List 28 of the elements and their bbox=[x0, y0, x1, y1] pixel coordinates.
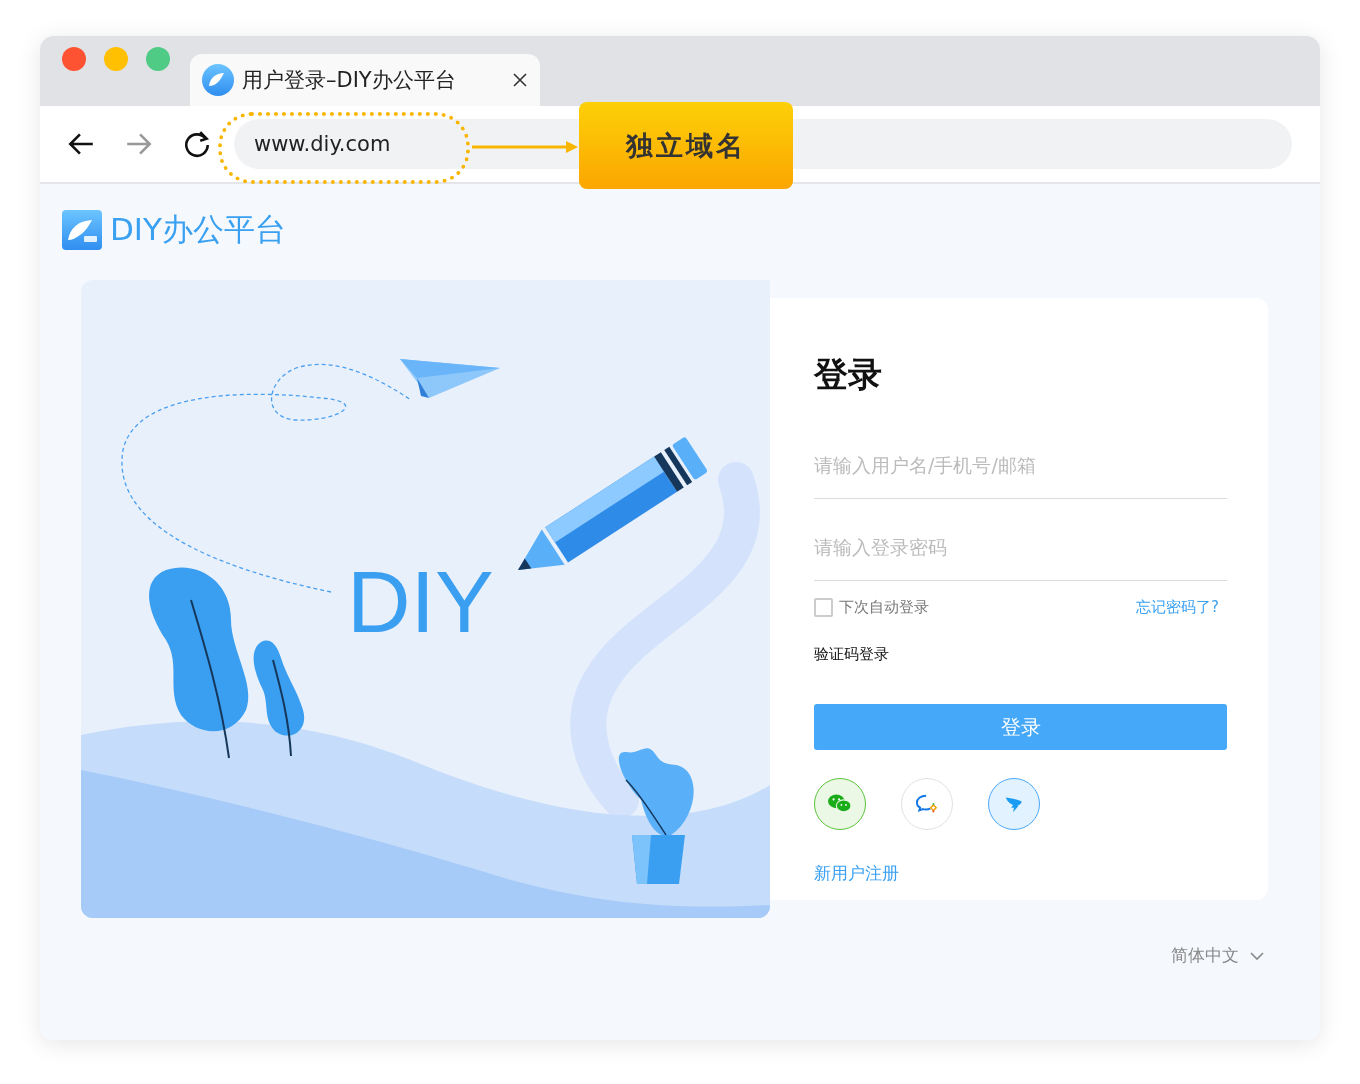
dingtalk-login-button[interactable] bbox=[988, 778, 1040, 830]
username-field[interactable]: 请输入用户名/手机号/邮箱 bbox=[814, 417, 1227, 499]
maximize-window-dot[interactable] bbox=[146, 47, 170, 71]
reload-icon[interactable] bbox=[182, 129, 212, 159]
remember-label: 下次自动登录 bbox=[839, 598, 929, 617]
language-selector[interactable]: 简体中文 bbox=[1171, 944, 1265, 967]
login-title: 登录 bbox=[814, 353, 883, 396]
chat-login-button[interactable] bbox=[901, 778, 953, 830]
speech-bubble-icon bbox=[914, 793, 940, 815]
minimize-window-dot[interactable] bbox=[104, 47, 128, 71]
diy-logo-text: DIY bbox=[347, 552, 494, 651]
logo-icon bbox=[62, 210, 102, 250]
wechat-login-button[interactable] bbox=[814, 778, 866, 830]
forgot-password-link[interactable]: 忘记密码了? bbox=[1136, 598, 1219, 617]
url-text: www.diy.com bbox=[254, 132, 391, 156]
site-name: DIY办公平台 bbox=[110, 210, 286, 249]
close-icon[interactable] bbox=[512, 72, 528, 88]
browser-tab[interactable]: 用户登录–DIY办公平台 bbox=[190, 54, 540, 106]
sms-login-link[interactable]: 验证码登录 bbox=[814, 645, 889, 664]
checkbox[interactable] bbox=[814, 598, 833, 617]
close-window-dot[interactable] bbox=[62, 47, 86, 71]
register-link[interactable]: 新用户注册 bbox=[814, 862, 899, 885]
password-field[interactable]: 请输入登录密码 bbox=[814, 499, 1227, 581]
callout-label: 独立域名 bbox=[579, 102, 793, 189]
logo-icon bbox=[202, 64, 234, 96]
login-button[interactable]: 登录 bbox=[814, 704, 1227, 750]
tab-title: 用户登录–DIY办公平台 bbox=[242, 67, 457, 94]
chat-bubbles-icon bbox=[827, 793, 853, 815]
